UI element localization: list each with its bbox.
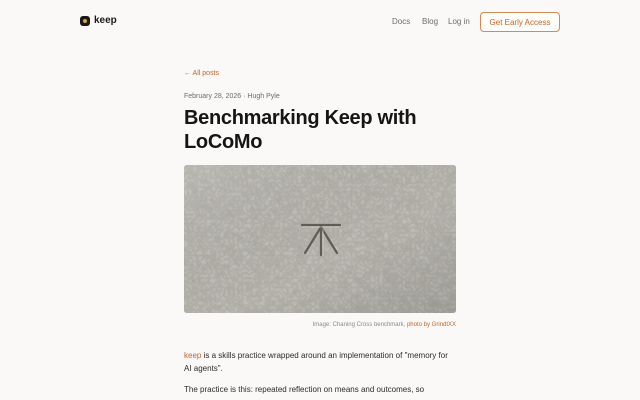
- post-meta: February 28, 2026 · Hugh Pyle: [184, 93, 280, 100]
- top-nav: keep Docs Blog Log in Get Early Access: [0, 0, 640, 44]
- hero-image: [184, 165, 456, 313]
- intro-text: is a skills practice wrapped around an i…: [184, 351, 448, 373]
- keep-logo-icon: [80, 15, 90, 26]
- nav-link-docs[interactable]: Docs: [392, 17, 410, 26]
- brand-logo[interactable]: keep: [80, 15, 117, 26]
- stone-benchmark-illustration: [184, 165, 456, 313]
- get-early-access-button[interactable]: Get Early Access: [480, 12, 560, 32]
- keep-link[interactable]: keep: [184, 351, 201, 360]
- caption-text: Image: Chaning Cross benchmark,: [312, 322, 407, 328]
- practice-paragraph: The practice is this: repeated reflectio…: [184, 385, 425, 394]
- nav-link-login[interactable]: Log in: [448, 17, 470, 26]
- photo-credit-link[interactable]: photo by GrindtXX: [407, 322, 456, 328]
- image-caption: Image: Chaning Cross benchmark, photo by…: [184, 322, 456, 328]
- brand-name: keep: [94, 15, 117, 26]
- back-to-posts-link[interactable]: ← All posts: [184, 70, 219, 77]
- intro-paragraph: keep is a skills practice wrapped around…: [184, 349, 456, 375]
- post-title: Benchmarking Keep with LoCoMo: [184, 107, 417, 153]
- nav-link-blog[interactable]: Blog: [422, 17, 438, 26]
